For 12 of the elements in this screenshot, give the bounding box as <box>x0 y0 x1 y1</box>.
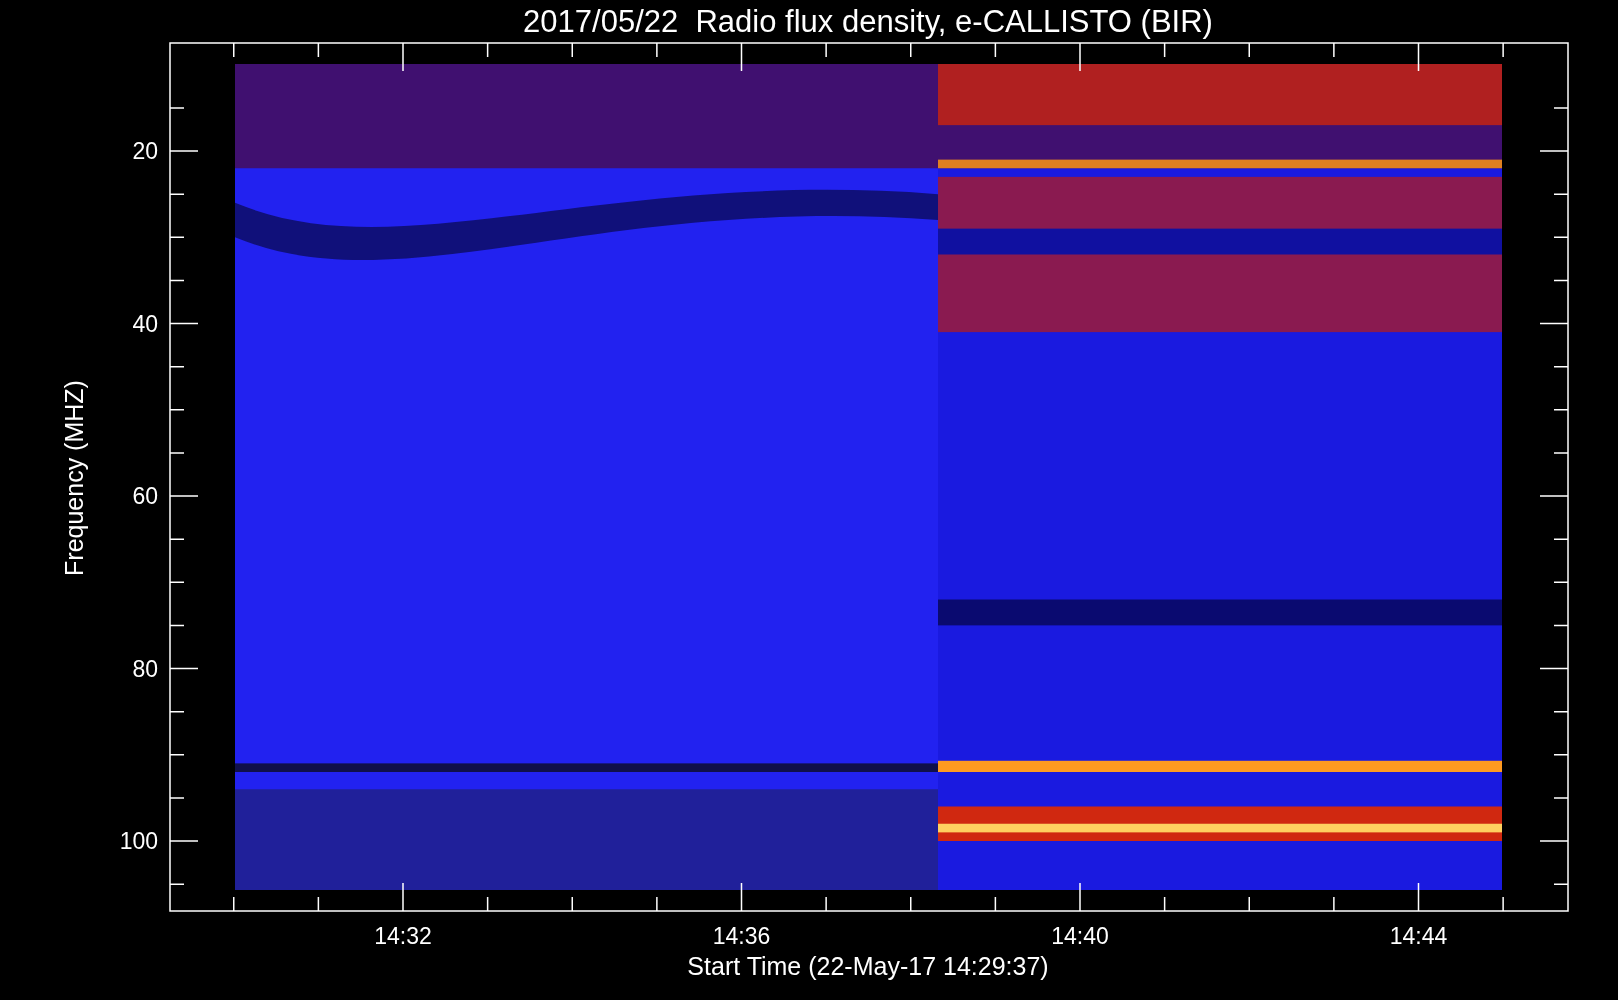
axis-title: Frequency (MHZ) <box>60 380 88 576</box>
tick-label: 40 <box>132 310 158 337</box>
tick-label: 14:32 <box>374 923 432 949</box>
tick-label: 14:36 <box>712 923 771 949</box>
axis-title: Start Time (22-May-17 14:29:37) <box>687 952 1049 980</box>
tick-label: 14:40 <box>1051 923 1109 949</box>
tick-label: 80 <box>132 655 158 682</box>
tick-label: 100 <box>119 828 158 854</box>
tick-label: 14:44 <box>1389 923 1448 949</box>
tick-label: 60 <box>132 483 158 509</box>
chart-title: 2017/05/22 Radio flux density, e-CALLISTO (BIR) <box>523 4 1213 39</box>
tick-label: 20 <box>132 138 158 164</box>
